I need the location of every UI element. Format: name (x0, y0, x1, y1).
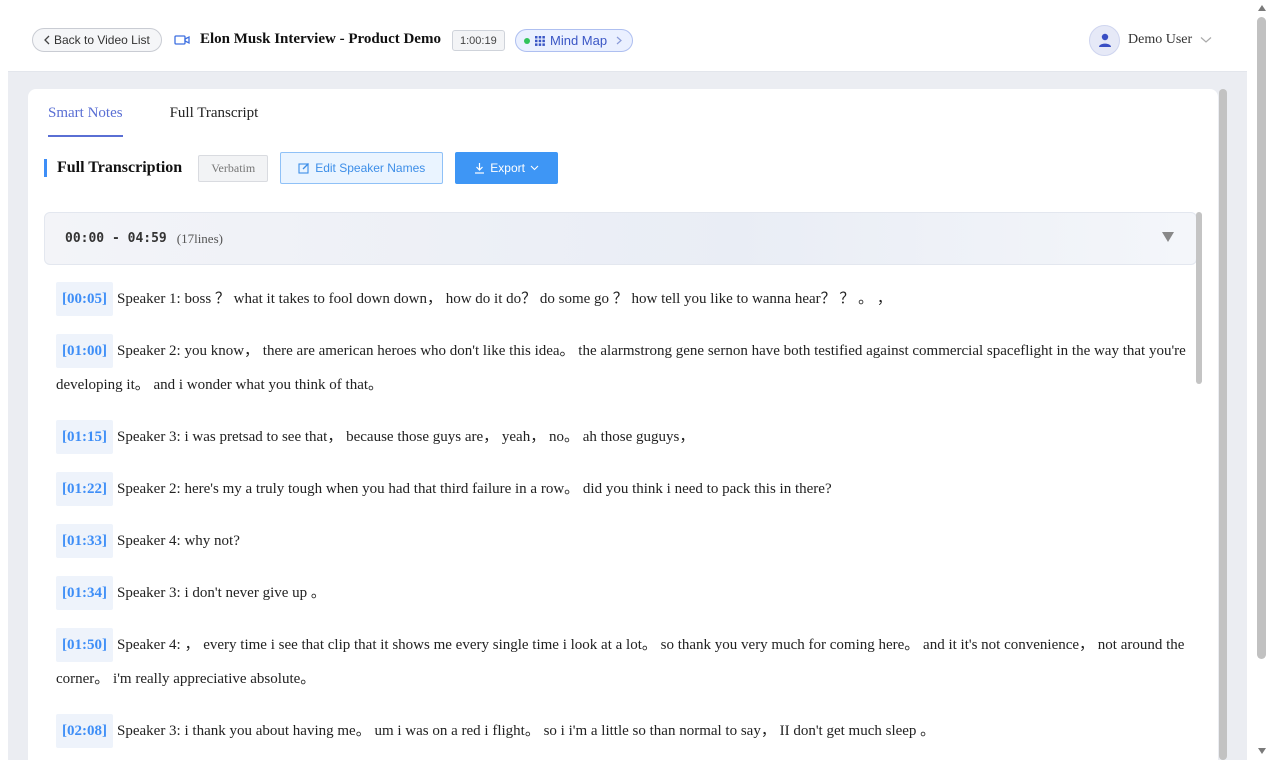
back-to-list-button[interactable]: Back to Video List (32, 28, 162, 52)
transcript-scrollbar[interactable] (1196, 212, 1202, 384)
tab-bar: Smart Notes Full Transcript (48, 105, 258, 137)
line-text: Speaker 3: i was pretsad to see that， be… (117, 429, 695, 445)
transcript-line: [01:15] Speaker 3: i was pretsad to see t… (56, 420, 1196, 454)
edit-icon (298, 163, 310, 174)
timestamp-link[interactable]: [01:34] (56, 576, 113, 610)
mind-map-label: Mind Map (550, 33, 608, 48)
edit-speaker-label: Edit Speaker Names (315, 161, 426, 175)
scroll-down-icon[interactable] (1258, 748, 1266, 754)
segment-line-count: (17lines) (176, 230, 223, 246)
video-camera-icon (174, 35, 190, 45)
transcript-line: [00:05] Speaker 1: boss ？ what it takes t… (56, 282, 1196, 316)
window-scrollbar-thumb[interactable] (1257, 17, 1266, 659)
edit-speaker-names-button[interactable]: Edit Speaker Names (280, 152, 444, 184)
card-scrollbar[interactable] (1219, 89, 1227, 760)
transcript-line: [01:33] Speaker 4: why not? (56, 524, 1196, 558)
timestamp-link[interactable]: [01:22] (56, 472, 113, 506)
segment-time-range: 00:00 - 04:59 (65, 231, 167, 246)
scroll-up-icon[interactable] (1258, 5, 1266, 11)
line-text: Speaker 4: why not? (117, 533, 240, 549)
timestamp-link[interactable]: [01:50] (56, 628, 113, 662)
mind-map-button[interactable]: Mind Map (515, 29, 634, 52)
export-label: Export (490, 161, 525, 175)
line-text: Speaker 1: boss ？ what it takes to fool … (117, 291, 892, 307)
transcript-lines: [00:05] Speaker 1: boss ？ what it takes t… (56, 282, 1196, 760)
grid-icon (535, 35, 545, 46)
accent-bar (44, 159, 47, 177)
line-text: Speaker 3: i don't never give up 。 (117, 585, 326, 601)
chevron-right-icon (616, 36, 622, 45)
section-title: Full Transcription (57, 159, 183, 176)
export-button[interactable]: Export (455, 152, 558, 184)
transcript-line: [01:50] Speaker 4: ， every time i see tha… (56, 628, 1196, 696)
chevron-down-icon (1200, 37, 1212, 43)
segment-header[interactable]: 00:00 - 04:59 (17lines) (44, 212, 1197, 265)
transcript-line: [01:00] Speaker 2: you know， there are am… (56, 334, 1196, 402)
line-text: Speaker 2: here's my a truly tough when … (117, 481, 832, 497)
line-text: Speaker 2: you know， there are american … (56, 343, 1186, 393)
timestamp-link[interactable]: [00:05] (56, 282, 113, 316)
user-name: Demo User (1128, 32, 1193, 47)
status-dot-icon (524, 37, 530, 44)
transcript-line: [02:08] Speaker 3: i thank you about havi… (56, 714, 1196, 748)
video-title: Elon Musk Interview - Product Demo (200, 31, 441, 47)
duration-badge: 1:00:19 (452, 30, 505, 51)
top-header: Back to Video List Elon Musk Interview -… (8, 0, 1247, 72)
line-text: Speaker 3: i thank you about having me。 … (117, 723, 936, 739)
section-header: Full Transcription Verbatim Edit Speaker… (44, 152, 558, 184)
download-icon (475, 163, 485, 174)
back-button-label: Back to Video List (54, 33, 150, 47)
user-icon (1098, 33, 1111, 47)
verbatim-button[interactable]: Verbatim (198, 154, 269, 182)
user-menu[interactable]: Demo User (1089, 24, 1212, 56)
tab-smart-notes[interactable]: Smart Notes (48, 105, 123, 137)
chevron-down-icon (530, 165, 539, 171)
collapse-caret-icon[interactable] (1162, 232, 1174, 242)
transcript-card: Smart Notes Full Transcript Full Transcr… (28, 89, 1218, 760)
transcript-line: [01:22] Speaker 2: here's my a truly toug… (56, 472, 1196, 506)
transcript-line: [01:34] Speaker 3: i don't never give up … (56, 576, 1196, 610)
timestamp-link[interactable]: [02:08] (56, 714, 113, 748)
chevron-left-icon (44, 35, 50, 45)
timestamp-link[interactable]: [01:00] (56, 334, 113, 368)
avatar (1089, 24, 1120, 56)
line-text: Speaker 4: ， every time i see that clip … (56, 637, 1185, 687)
timestamp-link[interactable]: [01:33] (56, 524, 113, 558)
timestamp-link[interactable]: [01:15] (56, 420, 113, 454)
tab-full-transcript[interactable]: Full Transcript (170, 105, 259, 137)
